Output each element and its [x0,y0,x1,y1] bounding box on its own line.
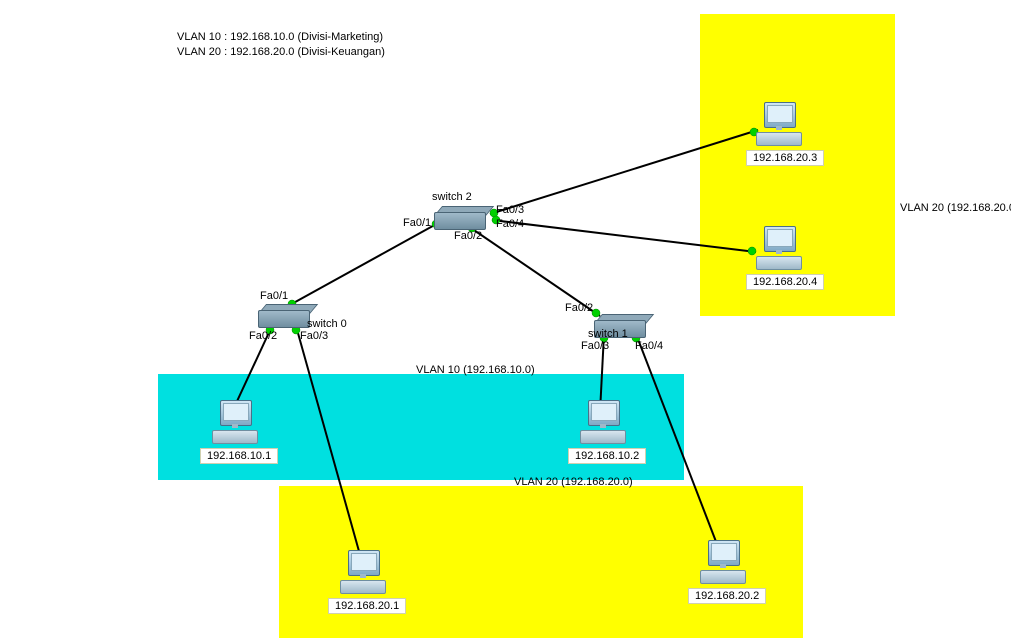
pc-20-2-icon[interactable] [700,540,744,584]
pc-20-4-ip: 192.168.20.4 [746,274,824,290]
sw0-fa03: Fa0/3 [300,330,328,342]
vlan10-label: VLAN 10 (192.168.10.0) [416,364,535,376]
vlan20-bottom-label: VLAN 20 (192.168.20.0) [514,476,633,488]
sw2-fa03: Fa0/3 [496,204,524,216]
pc-10-2-icon[interactable] [580,400,624,444]
legend-line2: VLAN 20 : 192.168.20.0 (Divisi-Keuangan) [177,46,385,58]
pc-20-1-icon[interactable] [340,550,384,594]
legend-line1: VLAN 10 : 192.168.10.0 (Divisi-Marketing… [177,31,383,43]
pc-10-1-icon[interactable] [212,400,256,444]
sw2-fa01: Fa0/1 [403,217,431,229]
pc-20-4-icon[interactable] [756,226,800,270]
pc-20-1-ip: 192.168.20.1 [328,598,406,614]
sw0-fa02: Fa0/2 [249,330,277,342]
switch-2-label: switch 2 [432,191,472,203]
switch-0-label: switch 0 [307,318,347,330]
sw2-fa04: Fa0/4 [496,218,524,230]
switch-1-label: switch 1 [588,328,628,340]
sw1-fa02: Fa0/2 [565,302,593,314]
pc-20-3-ip: 192.168.20.3 [746,150,824,166]
switch-2-icon[interactable] [434,206,490,228]
vlan20-right-label: VLAN 20 (192.168.20.0) [900,202,1011,214]
sw2-fa02: Fa0/2 [454,230,482,242]
pc-10-1-ip: 192.168.10.1 [200,448,278,464]
sw1-fa04: Fa0/4 [635,340,663,352]
pc-10-2-ip: 192.168.10.2 [568,448,646,464]
sw1-fa03: Fa0/3 [581,340,609,352]
pc-20-3-icon[interactable] [756,102,800,146]
switch-0-icon[interactable] [258,304,314,326]
sw0-fa01: Fa0/1 [260,290,288,302]
pc-20-2-ip: 192.168.20.2 [688,588,766,604]
